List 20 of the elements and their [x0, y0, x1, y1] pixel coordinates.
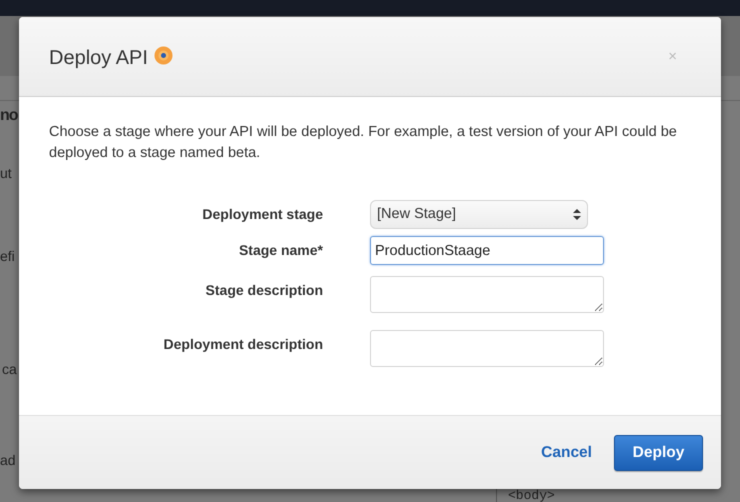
body-text: ca	[2, 362, 17, 376]
cancel-link[interactable]: Cancel	[541, 440, 592, 464]
modal-title: Deploy API	[49, 46, 148, 70]
body-text: ad	[0, 453, 16, 467]
deploy-button[interactable]: Deploy	[614, 434, 703, 470]
description-text: Choose a stage where your API will be deployed. For example, a test version of your API could be deployed to a stage named beta.	[49, 123, 678, 163]
stage-name-input[interactable]: ProductionStaage	[370, 236, 604, 265]
body-text: efi	[0, 249, 15, 263]
page-heading: no	[0, 108, 18, 124]
body-text: ut	[0, 166, 12, 180]
dropdown-arrows-icon	[573, 209, 581, 220]
field-label: Deployment description	[162, 335, 323, 354]
status-icon	[154, 46, 173, 65]
description-input[interactable]	[370, 276, 604, 313]
field-label: Stage description	[204, 281, 323, 300]
field-label: Stage name*	[238, 241, 323, 260]
field-label: Deployment stage	[201, 205, 323, 224]
description-input[interactable]	[370, 330, 604, 367]
code-text: <body>	[508, 489, 555, 502]
stage-select[interactable]: [New Stage]	[370, 200, 588, 229]
